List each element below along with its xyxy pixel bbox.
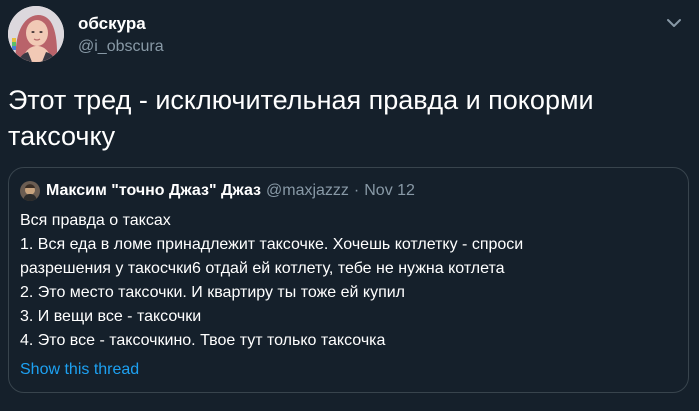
display-name[interactable]: обскура (78, 13, 164, 34)
quoted-text-line: 4. Это все - таксочкино. Твое тут только… (20, 332, 386, 349)
quoted-tweet-header: Максим "точно Джаз" Джаз @maxjazzz · Nov… (20, 181, 415, 201)
tweet: обскура @i_obscura Этот тред - исключите… (0, 0, 699, 411)
chevron-down-icon[interactable] (663, 12, 685, 34)
quoted-user-handle: @maxjazzz (266, 182, 349, 199)
tweet-text: Этот тред - исключительная правда и поко… (8, 85, 594, 151)
quoted-date: Nov 12 (364, 182, 415, 199)
quoted-tweet[interactable]: Максим "точно Джаз" Джаз @maxjazzz · Nov… (8, 167, 689, 393)
show-thread-link[interactable]: Show this thread (20, 359, 139, 381)
quoted-text-line: Вся правда о таксах (20, 212, 171, 229)
quoted-text-line: 2. Это место таксочки. И квартиру ты тож… (20, 284, 406, 301)
author-info: обскура @i_obscura (78, 11, 164, 57)
quoted-text-line: 1. Вся еда в ломе принадлежит таксочке. … (20, 236, 524, 253)
user-handle[interactable]: @i_obscura (78, 37, 164, 57)
quoted-text-line: 3. И вещи все - таксочки (20, 308, 202, 325)
quoted-display-name: Максим "точно Джаз" Джаз (46, 182, 261, 199)
tweet-header: обскура @i_obscura (8, 6, 164, 62)
quoted-text-line: разрешения у такосчки6 отдай ей котлету,… (20, 260, 505, 277)
avatar-image (8, 6, 64, 62)
quoted-avatar (20, 181, 40, 201)
quoted-tweet-text: Вся правда о таксах 1. Вся еда в ломе пр… (20, 209, 680, 353)
separator-dot: · (353, 182, 360, 199)
avatar[interactable] (8, 6, 64, 62)
